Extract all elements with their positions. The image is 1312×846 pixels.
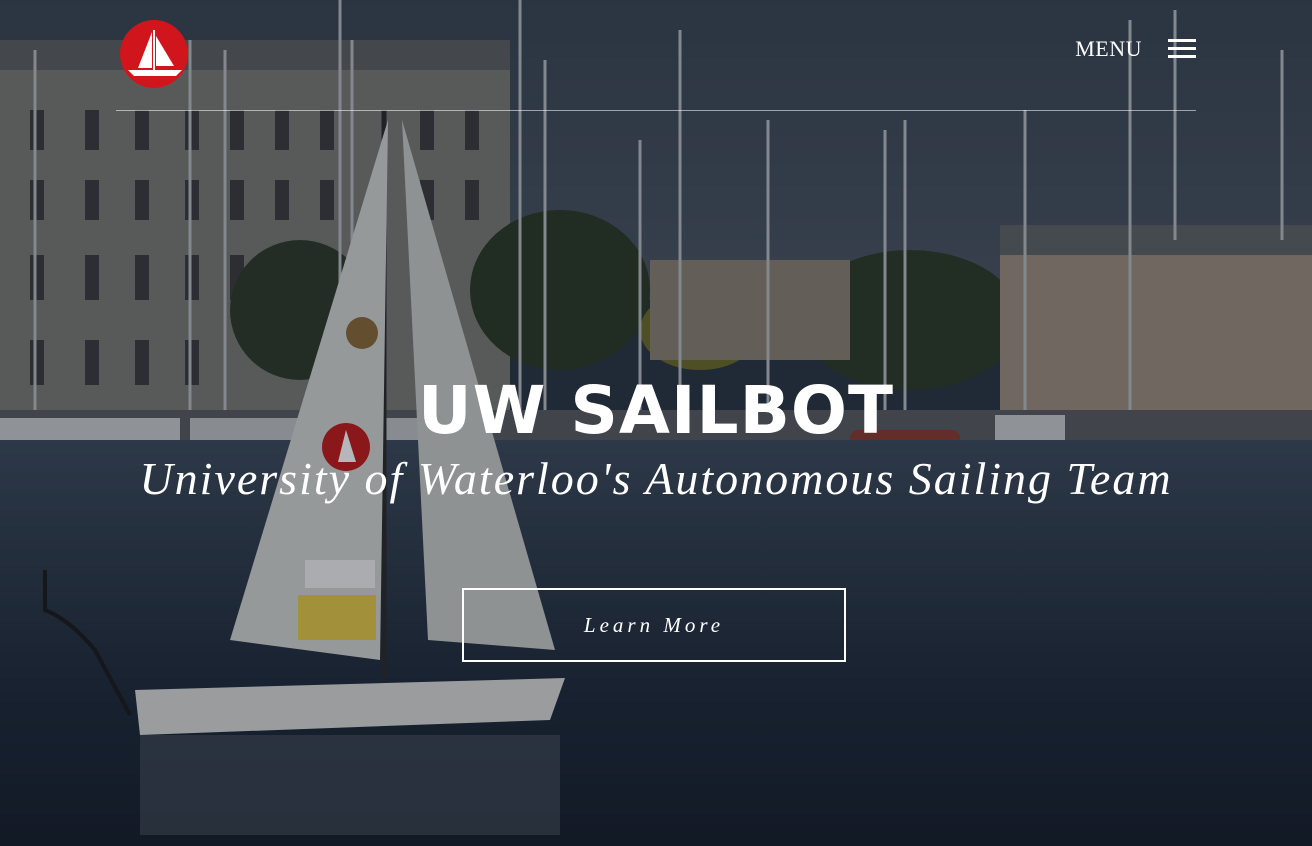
hamburger-icon[interactable] [1168,39,1196,59]
hero-title: UW SAILBOT [417,372,895,449]
hero-subtitle: University of Waterloo's Autonomous Sail… [139,453,1173,504]
menu-label[interactable]: MENU [1075,36,1142,62]
sailboat-logo-icon[interactable] [118,18,190,90]
header-divider [116,110,1196,111]
learn-more-button[interactable]: Learn More [462,588,846,662]
menu-toggle[interactable]: MENU [1075,36,1196,62]
